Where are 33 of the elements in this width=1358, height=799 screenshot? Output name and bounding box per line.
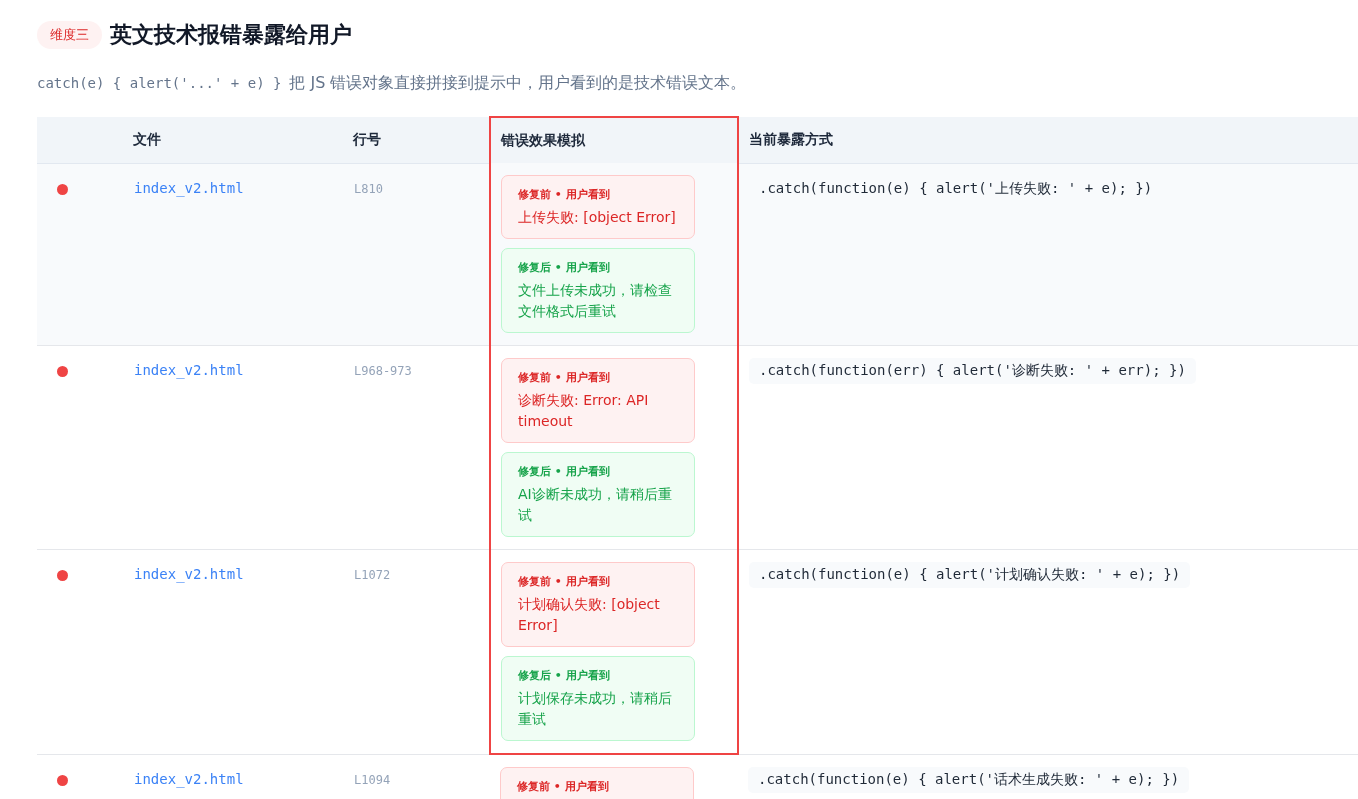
card-label: 修复前 • 用户看到	[517, 779, 610, 794]
description-code: catch(e) { alert('...' + e) }	[37, 75, 282, 91]
card-label: 修复后 • 用户看到	[518, 464, 611, 479]
card-label: 修复后 • 用户看到	[518, 668, 611, 683]
card-message: 诊断失败: Error: API timeout	[518, 391, 650, 431]
line-number: L1094	[354, 772, 391, 787]
column-header: 错误效果模拟	[501, 131, 585, 148]
file-link[interactable]: index_v2.html	[134, 770, 244, 787]
code-snippet: .catch(function(e) { alert('计划确认失败: ' + e); })	[749, 562, 1191, 588]
column-header: 文件	[132, 130, 161, 147]
card-message: AI诊断未成功，请稍后重试	[518, 485, 673, 525]
card-label: 修复前 • 用户看到	[518, 187, 611, 202]
code-snippet: .catch(function(err) { alert('诊断失败: ' + err); })	[749, 358, 1196, 384]
code-snippet: .catch(function(e) { alert('上传失败: ' + e); })	[758, 178, 1154, 198]
card-message: 文件上传未成功，请检查文件格式后重试	[518, 281, 673, 321]
file-link[interactable]: index_v2.html	[134, 179, 244, 196]
card-label: 修复前 • 用户看到	[518, 574, 611, 589]
description-text: 把 JS 错误对象直接拼接到提示中，用户看到的是技术错误文本。	[289, 73, 747, 94]
line-number: L1072	[354, 568, 391, 582]
section-title: 英文技术报错暴露给用户	[110, 21, 352, 49]
file-link[interactable]: index_v2.html	[134, 566, 244, 582]
code-snippet: .catch(function(e) { alert('话术生成失败: ' + e); })	[748, 766, 1190, 793]
card-label: 修复后 • 用户看到	[518, 260, 611, 275]
card-message: 上传失败: [object Error]	[518, 208, 677, 227]
line-number: L810	[354, 181, 383, 196]
card-message: 计划保存未成功，请稍后重试	[518, 689, 673, 729]
file-link[interactable]: index_v2.html	[134, 362, 244, 378]
line-number: L968-973	[354, 364, 412, 378]
column-header: 行号	[352, 130, 381, 147]
column-header: 当前暴露方式	[749, 130, 833, 147]
dimension-badge: 维度三	[37, 21, 102, 49]
card-message: 计划确认失败: [object Error]	[518, 595, 661, 635]
card-label: 修复前 • 用户看到	[518, 370, 611, 385]
